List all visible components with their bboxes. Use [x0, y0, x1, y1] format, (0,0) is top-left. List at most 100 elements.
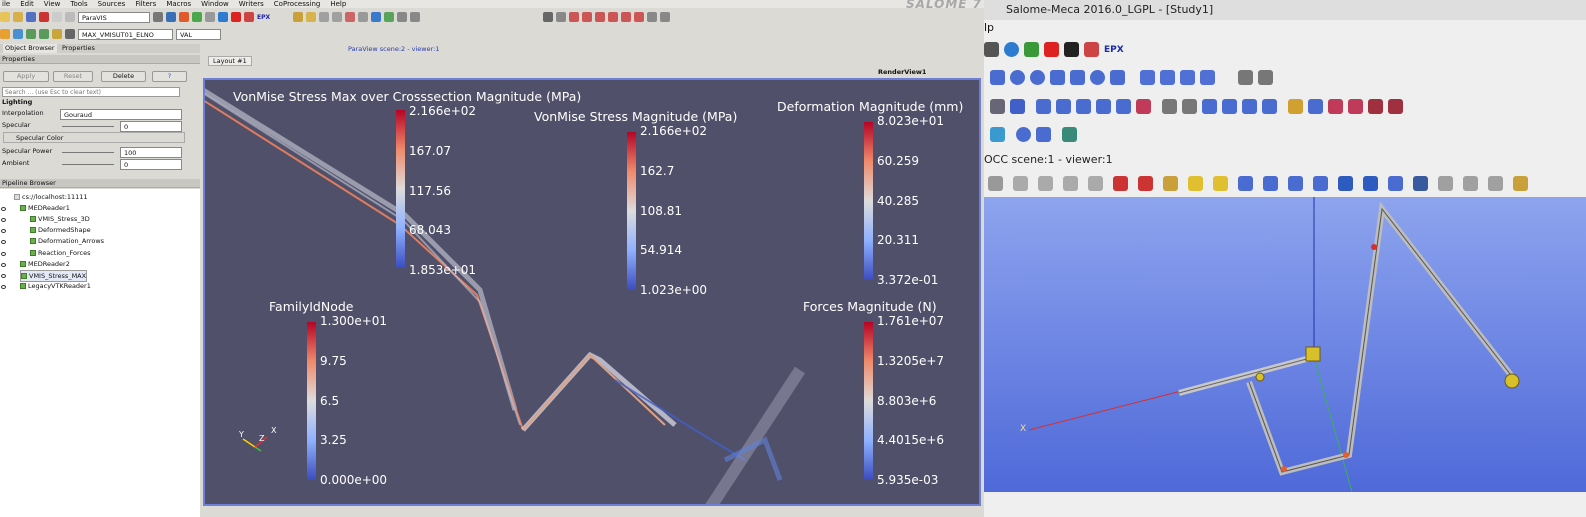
- camera-icon[interactable]: [319, 12, 330, 22]
- interact-icon[interactable]: [384, 12, 395, 22]
- menu-window[interactable]: Window: [201, 0, 229, 8]
- front-view-icon[interactable]: [1188, 176, 1203, 191]
- offset-icon[interactable]: [1308, 99, 1323, 114]
- close-icon[interactable]: [39, 12, 49, 22]
- delete-button[interactable]: Delete: [101, 71, 146, 82]
- doc-icon[interactable]: [205, 12, 215, 22]
- reset-button[interactable]: Reset: [53, 71, 93, 82]
- module-combo[interactable]: ParaVIS: [78, 11, 150, 23]
- multi-translate-icon[interactable]: [1368, 99, 1383, 114]
- cone-icon[interactable]: [1050, 70, 1065, 85]
- pipeline-item-legacyvtkreader1[interactable]: LegacyVTKReader1: [20, 281, 91, 291]
- cut-icon[interactable]: [1180, 70, 1195, 85]
- axis-neg-z-icon[interactable]: [634, 12, 645, 22]
- menu-filters[interactable]: Filters: [135, 0, 156, 8]
- code-icon[interactable]: [1064, 42, 1079, 57]
- occ-viewer[interactable]: X: [984, 197, 1586, 492]
- visibility-eye-icon[interactable]: [1, 229, 6, 233]
- search-input[interactable]: [2, 87, 180, 97]
- epx-button[interactable]: EPX: [1104, 45, 1124, 55]
- menu-writers[interactable]: Writers: [239, 0, 264, 8]
- menu-help-fragment[interactable]: lp: [984, 21, 994, 34]
- color-map-icon[interactable]: [0, 29, 10, 39]
- common-icon[interactable]: [1160, 70, 1175, 85]
- graduated-axes-icon[interactable]: [1463, 176, 1478, 191]
- solver-icon[interactable]: [1044, 42, 1059, 57]
- pipeline-item-deformedshape[interactable]: DeformedShape: [30, 225, 91, 235]
- ikea-icon[interactable]: [1084, 42, 1099, 57]
- partition-icon[interactable]: [1010, 99, 1025, 114]
- chart-icon[interactable]: [1024, 42, 1039, 57]
- pipeline-server[interactable]: cs://localhost:11111: [14, 192, 88, 202]
- menu-edit[interactable]: Edit: [20, 0, 34, 8]
- pipeline-item-medreader2[interactable]: MEDReader2: [20, 259, 70, 269]
- revolve-icon[interactable]: [1056, 99, 1071, 114]
- scale-icon[interactable]: [1288, 99, 1303, 114]
- specular-power-field[interactable]: 100: [120, 147, 182, 158]
- clipping-icon[interactable]: [1438, 176, 1453, 191]
- section-icon[interactable]: [1200, 70, 1215, 85]
- ambient-field[interactable]: 0: [120, 159, 182, 170]
- open-icon[interactable]: [0, 12, 10, 22]
- visibility-eye-icon[interactable]: [1, 240, 6, 244]
- redo-icon[interactable]: [358, 12, 369, 22]
- post-icon[interactable]: [179, 12, 189, 22]
- help-button[interactable]: ?: [152, 71, 187, 82]
- copy-icon[interactable]: [52, 12, 62, 22]
- menu-sources[interactable]: Sources: [98, 0, 126, 8]
- folder-icon[interactable]: [13, 12, 23, 22]
- rotate-ccw-icon[interactable]: [1338, 176, 1353, 191]
- animation-icon[interactable]: [332, 12, 343, 22]
- cylinder-shape-icon[interactable]: [1036, 127, 1051, 142]
- rotate-cw-icon[interactable]: [1363, 176, 1378, 191]
- fillet-icon[interactable]: [1136, 99, 1151, 114]
- axis-x-icon[interactable]: [569, 12, 580, 22]
- face-icon[interactable]: [1202, 99, 1217, 114]
- arc-icon[interactable]: [1182, 99, 1197, 114]
- left-view-icon[interactable]: [1288, 176, 1303, 191]
- menu-tools[interactable]: Tools: [70, 0, 87, 8]
- solid-icon[interactable]: [1242, 99, 1257, 114]
- pipeline-item-reaction-forces[interactable]: Reaction_Forces: [30, 248, 90, 258]
- paste-icon[interactable]: [65, 12, 75, 22]
- render-view[interactable]: VonMise Stress Max over Crosssection Mag…: [203, 78, 981, 506]
- torus-icon[interactable]: [1030, 70, 1045, 85]
- axis-neg-y-icon[interactable]: [608, 12, 619, 22]
- trihedron-icon[interactable]: [1513, 176, 1528, 191]
- save-icon[interactable]: [26, 12, 36, 22]
- bottom-view-icon[interactable]: [1263, 176, 1278, 191]
- epx-button[interactable]: EPX: [257, 14, 270, 21]
- pipeline-item-medreader1[interactable]: MEDReader1: [20, 203, 70, 213]
- zoom-icon[interactable]: [1013, 176, 1028, 191]
- picture2-icon[interactable]: [1258, 70, 1273, 85]
- tab-object-browser[interactable]: Object Browser: [3, 44, 57, 53]
- global-pan-icon[interactable]: [1138, 176, 1153, 191]
- menu-file[interactable]: ile: [2, 0, 10, 8]
- chart-icon[interactable]: [192, 12, 202, 22]
- apply-button[interactable]: Apply: [3, 71, 49, 82]
- visible-range-icon[interactable]: [52, 29, 62, 39]
- rotate-icon[interactable]: [1163, 176, 1178, 191]
- chamfer-icon[interactable]: [1328, 99, 1343, 114]
- tab-layout[interactable]: Layout #1: [208, 56, 252, 66]
- visibility-eye-icon[interactable]: [1, 285, 6, 289]
- load-state-icon[interactable]: [293, 12, 304, 22]
- component-combo[interactable]: VAL: [176, 28, 221, 40]
- pipe-tshape-icon[interactable]: [1062, 127, 1077, 142]
- module-icon[interactable]: [153, 12, 163, 22]
- tab-properties[interactable]: Properties: [62, 44, 95, 53]
- import-icon[interactable]: [990, 127, 1005, 142]
- time-range-icon[interactable]: [39, 29, 49, 39]
- ambient-slider[interactable]: [62, 164, 114, 165]
- rotate-cw-icon[interactable]: [647, 12, 658, 22]
- sphere-icon[interactable]: [1010, 70, 1025, 85]
- globe-icon[interactable]: [1004, 42, 1019, 57]
- menu-help[interactable]: Help: [330, 0, 346, 8]
- module-icon[interactable]: [984, 42, 999, 57]
- menu-view[interactable]: View: [44, 0, 61, 8]
- axis-y-icon[interactable]: [595, 12, 606, 22]
- axis-neg-x-icon[interactable]: [582, 12, 593, 22]
- fuse-icon[interactable]: [1140, 70, 1155, 85]
- plane-icon[interactable]: [1110, 70, 1125, 85]
- right-view-icon[interactable]: [1313, 176, 1328, 191]
